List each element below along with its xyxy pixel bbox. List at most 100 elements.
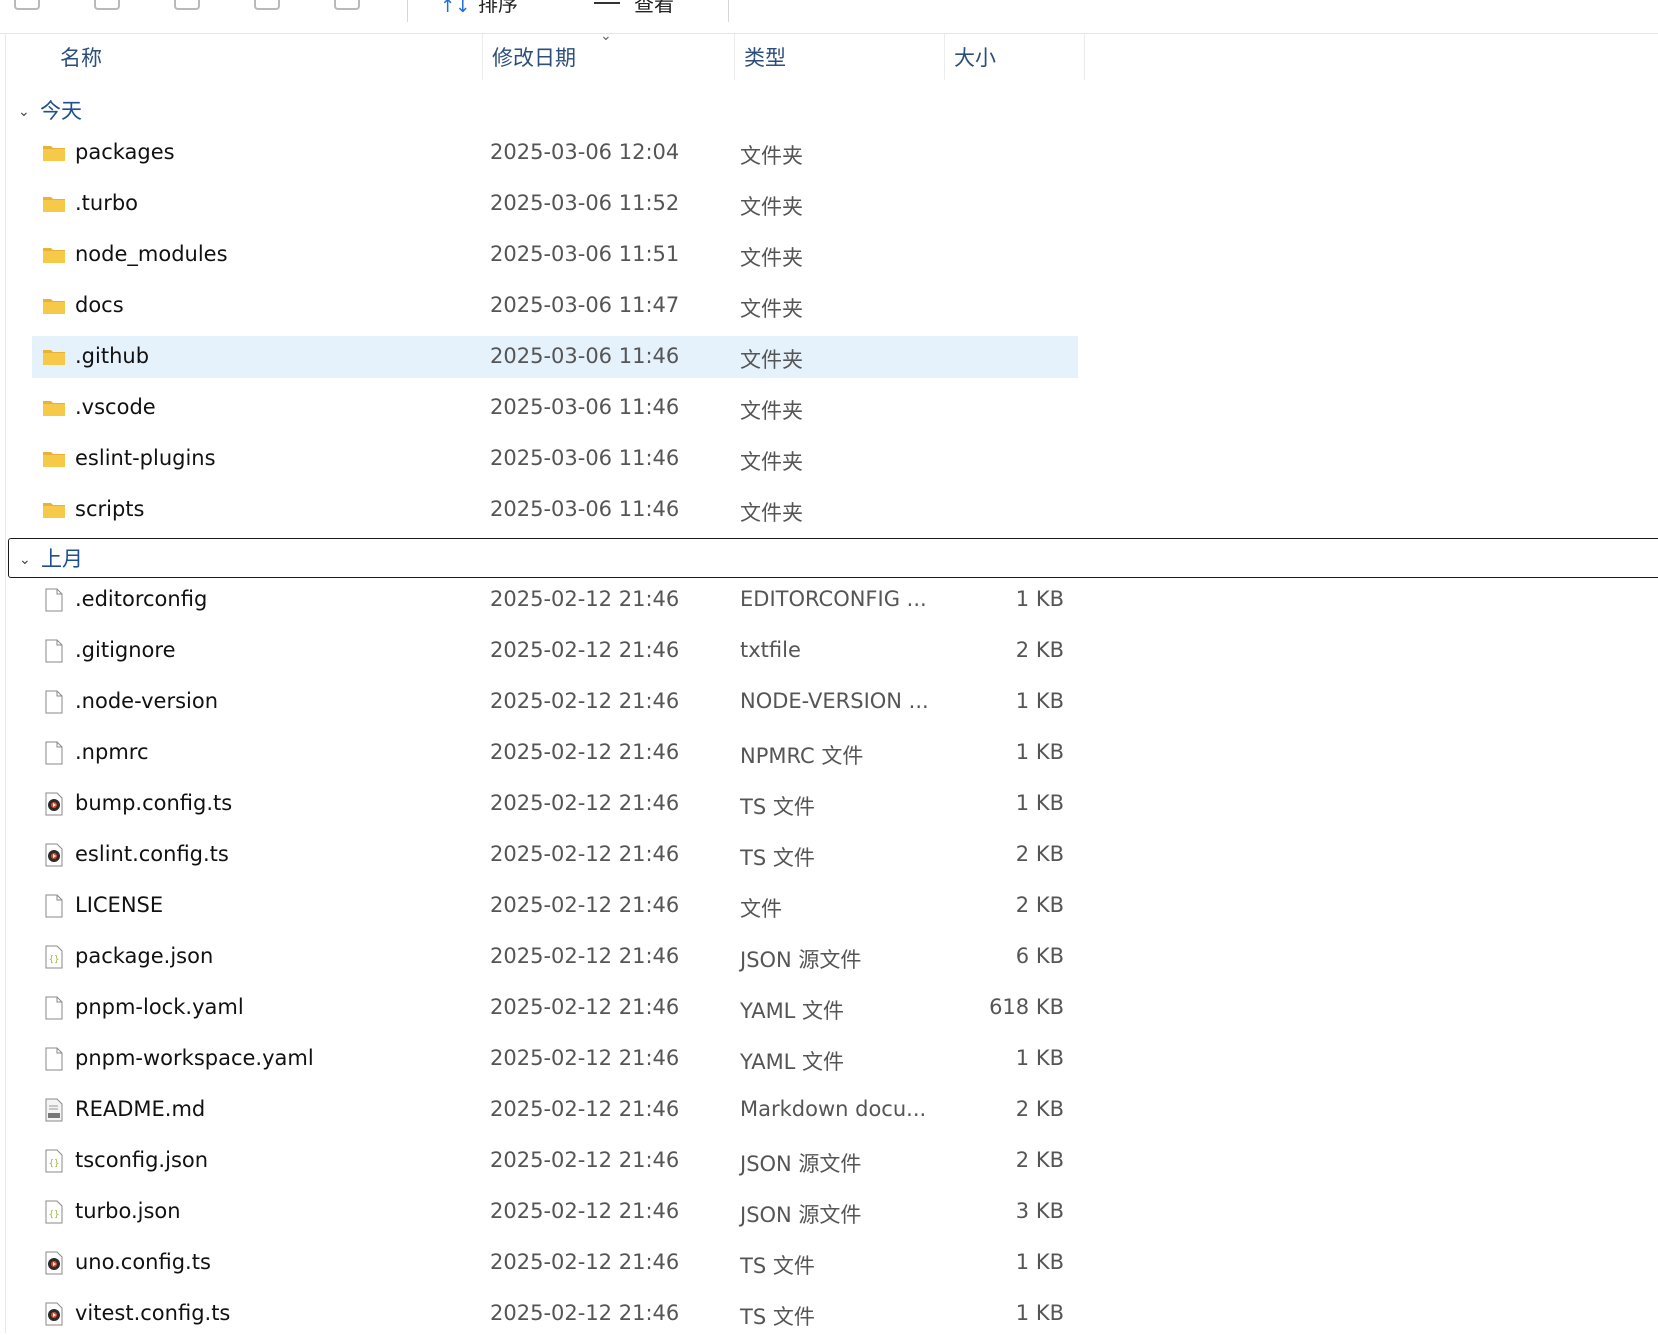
file-name[interactable]: package.json xyxy=(75,944,213,968)
column-header-type[interactable]: 类型 xyxy=(744,42,786,72)
file-row[interactable]: {} tsconfig.json 2025-02-12 21:46 JSON 源文件 2… xyxy=(32,1140,1078,1182)
file-row[interactable]: bump.config.ts 2025-02-12 21:46 TS 文件 1 KB xyxy=(32,783,1078,825)
file-date: 2025-02-12 21:46 xyxy=(490,1097,680,1121)
view-icon[interactable] xyxy=(594,2,620,4)
file-icon xyxy=(42,588,66,612)
file-name[interactable]: .github xyxy=(75,344,149,368)
file-date: 2025-02-12 21:46 xyxy=(490,689,680,713)
json-file-icon: {} xyxy=(42,1149,66,1173)
group-header[interactable]: ⌄ 上月 xyxy=(8,538,1658,578)
file-name[interactable]: vitest.config.ts xyxy=(75,1301,230,1325)
folder-icon xyxy=(42,396,66,420)
file-row[interactable]: {} turbo.json 2025-02-12 21:46 JSON 源文件 3 KB xyxy=(32,1191,1078,1233)
file-row[interactable]: eslint.config.ts 2025-02-12 21:46 TS 文件 2 K… xyxy=(32,834,1078,876)
file-name[interactable]: uno.config.ts xyxy=(75,1250,211,1274)
file-row[interactable]: vitest.config.ts 2025-02-12 21:46 TS 文件 1 K… xyxy=(32,1293,1078,1335)
svg-text:{}: {} xyxy=(49,1159,60,1169)
chevron-down-icon[interactable]: ⌄ xyxy=(19,540,37,580)
file-name[interactable]: bump.config.ts xyxy=(75,791,232,815)
file-row[interactable]: .github 2025-03-06 11:46 文件夹 xyxy=(32,336,1078,378)
rename-icon[interactable] xyxy=(254,0,280,10)
paste-icon[interactable] xyxy=(94,0,120,10)
file-name[interactable]: packages xyxy=(75,140,175,164)
column-divider[interactable] xyxy=(1084,34,1085,80)
file-row[interactable]: eslint-plugins 2025-03-06 11:46 文件夹 xyxy=(32,438,1078,480)
file-type: JSON 源文件 xyxy=(740,948,862,972)
file-name[interactable]: .editorconfig xyxy=(75,587,207,611)
file-name[interactable]: tsconfig.json xyxy=(75,1148,208,1172)
file-type: 文件夹 xyxy=(740,348,803,372)
file-row[interactable]: .turbo 2025-03-06 11:52 文件夹 xyxy=(32,183,1078,225)
file-icon xyxy=(42,894,66,918)
chevron-down-icon: ⌄ xyxy=(600,28,612,44)
file-date: 2025-02-12 21:46 xyxy=(490,1199,680,1223)
markdown-file-icon xyxy=(42,1098,66,1122)
file-row[interactable]: .vscode 2025-03-06 11:46 文件夹 xyxy=(32,387,1078,429)
file-size: 1 KB xyxy=(1015,791,1064,815)
file-row[interactable]: .node-version 2025-02-12 21:46 NODE-VERSIO… xyxy=(32,681,1078,723)
view-button[interactable]: 查看 xyxy=(634,0,674,17)
file-type: 文件夹 xyxy=(740,450,803,474)
column-divider[interactable] xyxy=(734,34,735,80)
file-name[interactable]: .node-version xyxy=(75,689,218,713)
file-row[interactable]: scripts 2025-03-06 11:46 文件夹 xyxy=(32,489,1078,531)
file-name[interactable]: .gitignore xyxy=(75,638,176,662)
file-name[interactable]: .turbo xyxy=(75,191,138,215)
file-date: 2025-02-12 21:46 xyxy=(490,740,680,764)
chevron-down-icon[interactable]: ⌄ xyxy=(18,92,36,132)
file-type: YAML 文件 xyxy=(740,1050,845,1074)
file-size: 1 KB xyxy=(1015,1046,1064,1070)
sort-button[interactable]: 排序 xyxy=(478,0,518,17)
file-name[interactable]: eslint-plugins xyxy=(75,446,216,470)
file-name[interactable]: README.md xyxy=(75,1097,205,1121)
file-row[interactable]: docs 2025-03-06 11:47 文件夹 xyxy=(32,285,1078,327)
file-row[interactable]: packages 2025-03-06 12:04 文件夹 xyxy=(32,132,1078,174)
file-date: 2025-02-12 21:46 xyxy=(490,842,680,866)
file-name[interactable]: scripts xyxy=(75,497,144,521)
file-type: 文件夹 xyxy=(740,195,803,219)
file-row[interactable]: uno.config.ts 2025-02-12 21:46 TS 文件 1 KB xyxy=(32,1242,1078,1284)
delete-icon[interactable] xyxy=(334,0,360,10)
column-header-date[interactable]: 修改日期 xyxy=(492,42,576,72)
file-name[interactable]: eslint.config.ts xyxy=(75,842,229,866)
file-name[interactable]: turbo.json xyxy=(75,1199,181,1223)
file-row[interactable]: {} package.json 2025-02-12 21:46 JSON 源文件 6 … xyxy=(32,936,1078,978)
file-name[interactable]: .vscode xyxy=(75,395,156,419)
file-date: 2025-03-06 11:46 xyxy=(490,395,680,419)
toolbar-separator xyxy=(728,0,729,22)
file-row[interactable]: README.md 2025-02-12 21:46 Markdown docu..… xyxy=(32,1089,1078,1131)
file-size: 618 KB xyxy=(989,995,1064,1019)
file-name[interactable]: pnpm-lock.yaml xyxy=(75,995,244,1019)
file-date: 2025-03-06 11:46 xyxy=(490,446,680,470)
file-row[interactable]: node_modules 2025-03-06 11:51 文件夹 xyxy=(32,234,1078,276)
group-header[interactable]: ⌄ 今天 xyxy=(18,91,82,131)
column-header-size[interactable]: 大小 xyxy=(954,42,996,72)
column-divider[interactable] xyxy=(944,34,945,80)
file-name[interactable]: pnpm-workspace.yaml xyxy=(75,1046,314,1070)
file-name[interactable]: LICENSE xyxy=(75,893,163,917)
file-name[interactable]: docs xyxy=(75,293,124,317)
column-header-name[interactable]: 名称 xyxy=(60,42,102,72)
sort-icon[interactable]: ↑↓ xyxy=(440,0,470,17)
file-type: NODE-VERSION ... xyxy=(740,689,929,713)
media-file-icon xyxy=(42,843,66,867)
folder-icon xyxy=(42,498,66,522)
folder-icon xyxy=(42,141,66,165)
file-row[interactable]: .editorconfig 2025-02-12 21:46 EDITORCONFI… xyxy=(32,579,1078,621)
copy-icon[interactable] xyxy=(14,0,40,10)
folder-icon xyxy=(42,447,66,471)
share-icon[interactable] xyxy=(174,0,200,10)
file-row[interactable]: pnpm-lock.yaml 2025-02-12 21:46 YAML 文件 618… xyxy=(32,987,1078,1029)
folder-icon xyxy=(42,243,66,267)
file-name[interactable]: .npmrc xyxy=(75,740,149,764)
file-type: TS 文件 xyxy=(740,795,815,819)
file-row[interactable]: pnpm-workspace.yaml 2025-02-12 21:46 YAML … xyxy=(32,1038,1078,1080)
file-size: 6 KB xyxy=(1015,944,1064,968)
file-row[interactable]: .npmrc 2025-02-12 21:46 NPMRC 文件 1 KB xyxy=(32,732,1078,774)
file-name[interactable]: node_modules xyxy=(75,242,228,266)
file-row[interactable]: .gitignore 2025-02-12 21:46 txtfile 2 KB xyxy=(32,630,1078,672)
file-date: 2025-02-12 21:46 xyxy=(490,587,680,611)
svg-text:{}: {} xyxy=(49,1210,60,1220)
file-row[interactable]: LICENSE 2025-02-12 21:46 文件 2 KB xyxy=(32,885,1078,927)
column-divider[interactable] xyxy=(482,34,483,80)
